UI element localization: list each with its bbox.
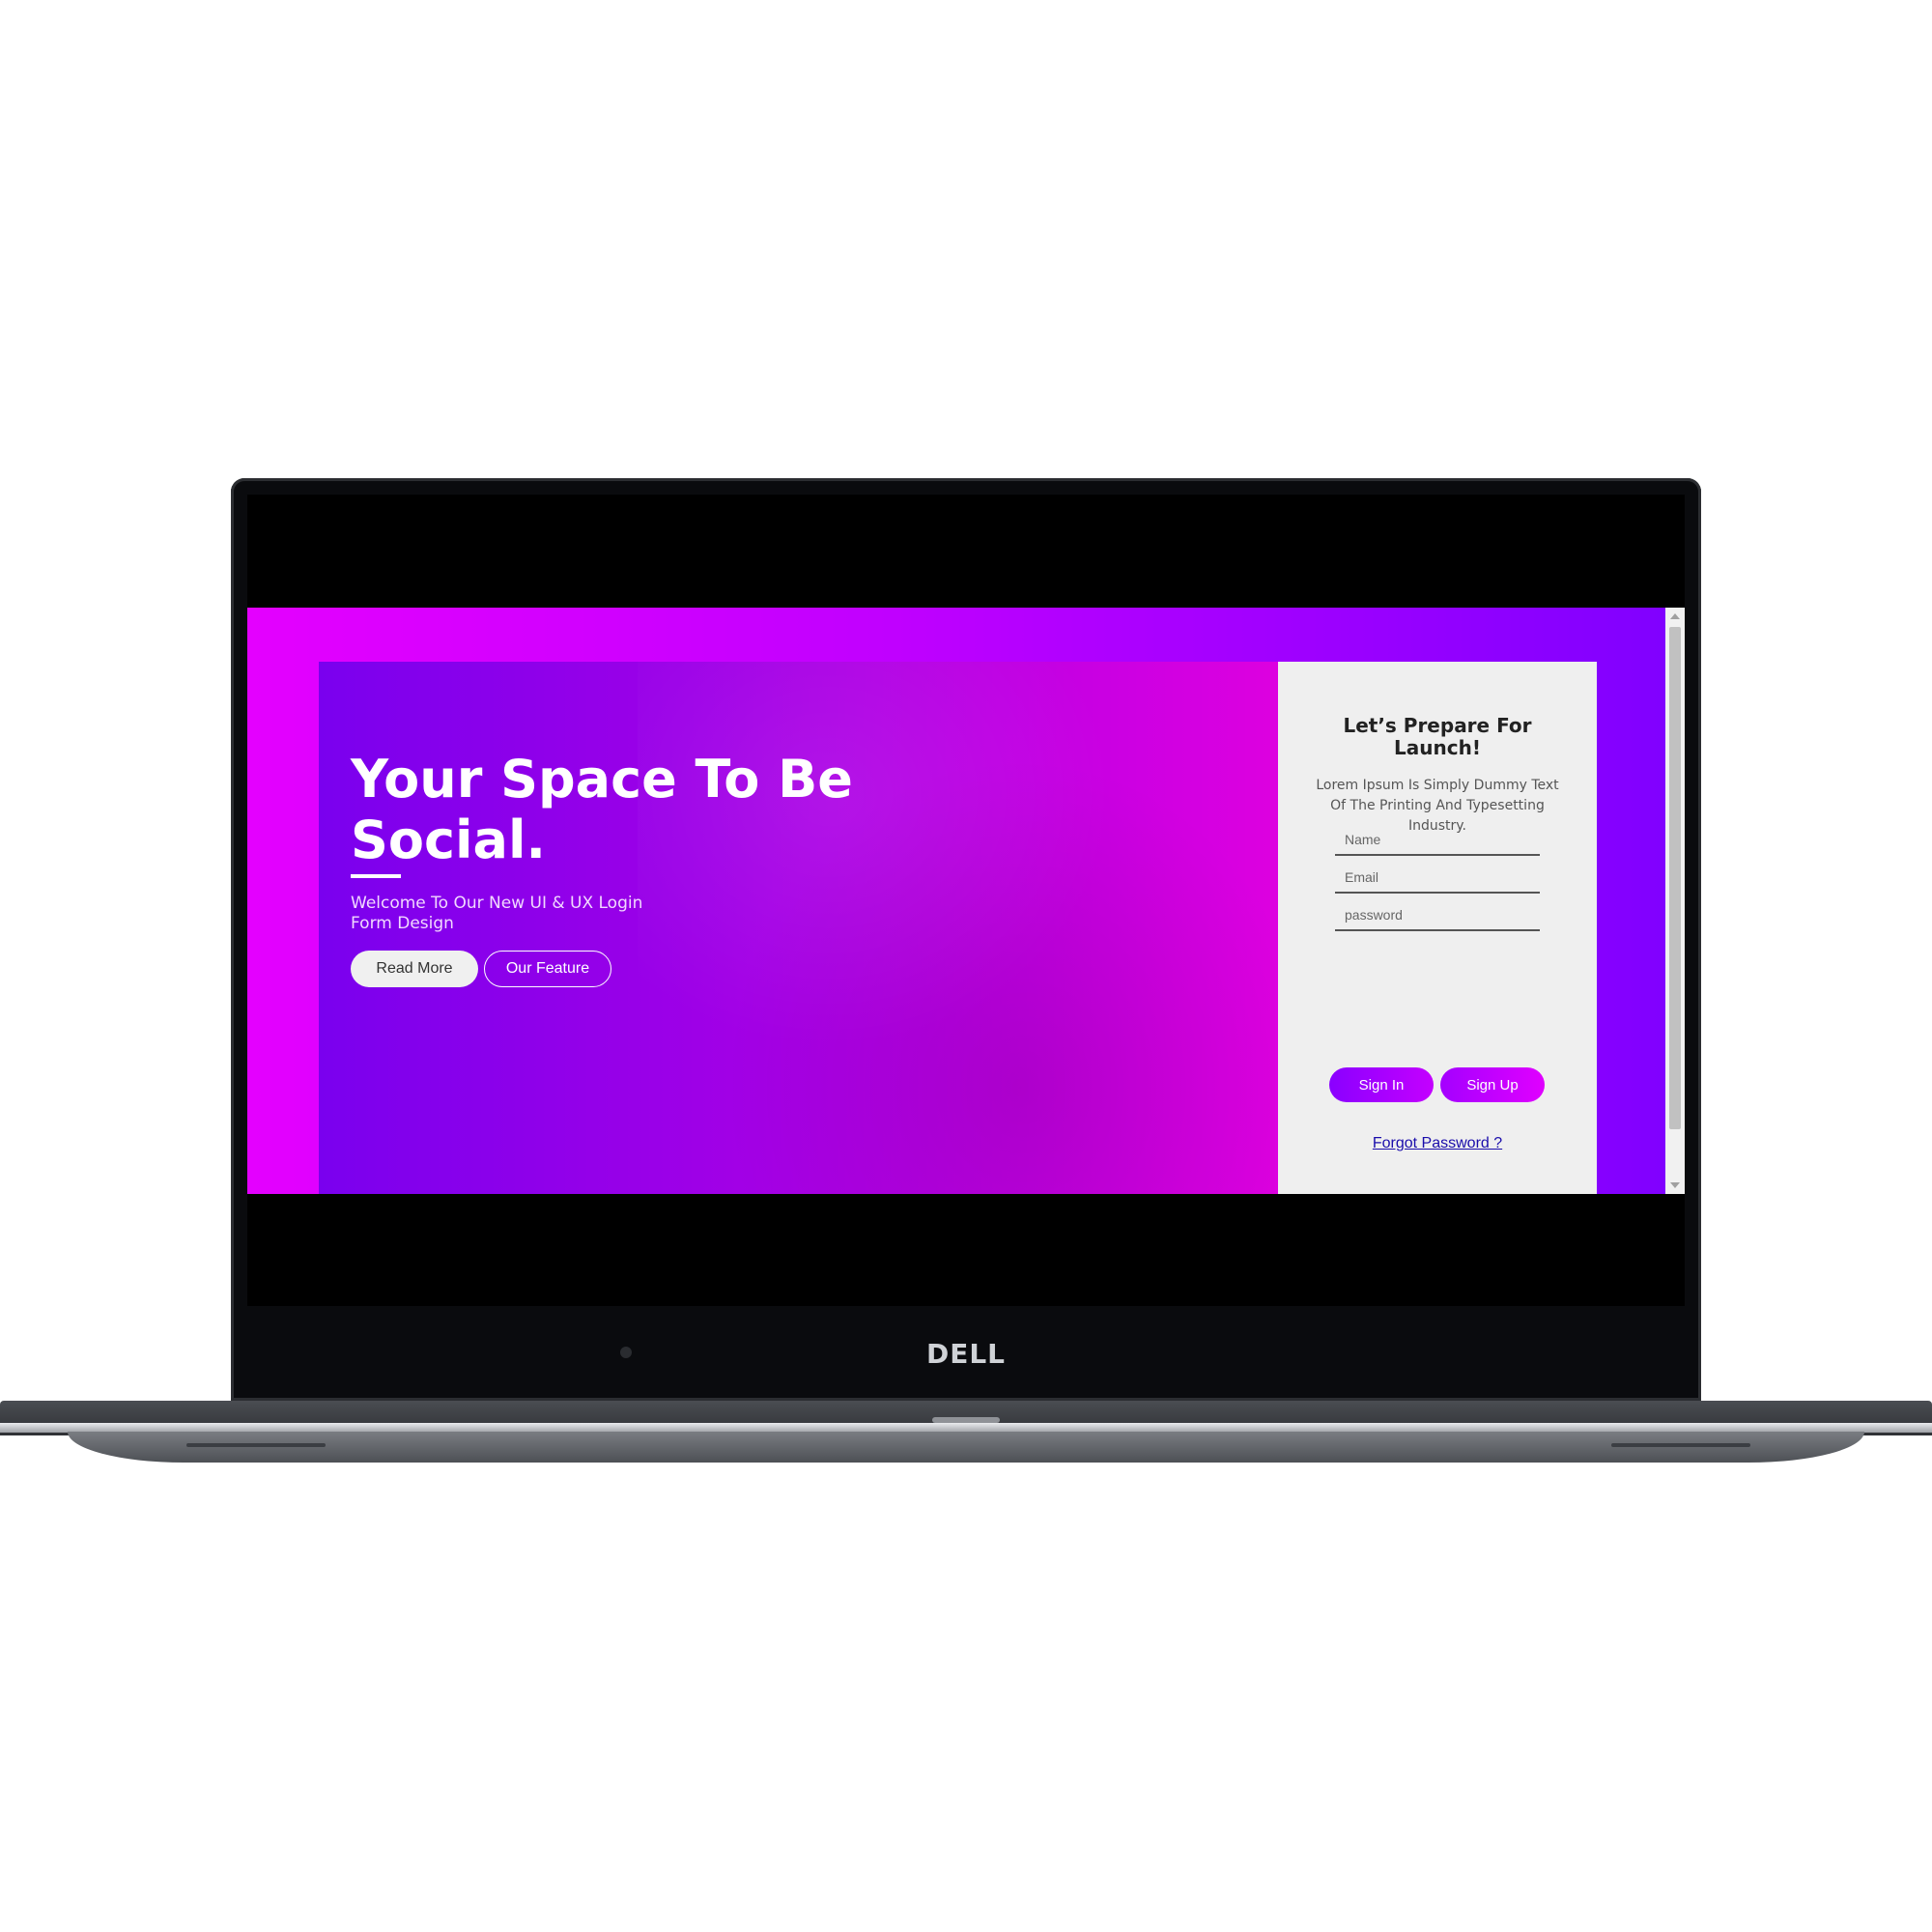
hero-section: Your Space To Be Social. Welcome To Our … (319, 662, 1278, 1194)
right-speaker-vent (1611, 1443, 1750, 1447)
left-speaker-vent (186, 1443, 326, 1447)
laptop-lid-notch (932, 1417, 1000, 1423)
login-page: Your Space To Be Social. Welcome To Our … (247, 608, 1685, 1194)
password-field[interactable] (1335, 900, 1540, 931)
sign-up-button[interactable]: Sign Up (1440, 1067, 1545, 1102)
name-field[interactable] (1335, 825, 1540, 856)
sign-in-button[interactable]: Sign In (1329, 1067, 1434, 1102)
scroll-down-icon[interactable] (1670, 1182, 1680, 1188)
our-feature-button[interactable]: Our Feature (484, 951, 611, 987)
scroll-thumb[interactable] (1669, 627, 1681, 1129)
login-panel: Let’s Prepare For Launch! Lorem Ipsum Is… (1278, 662, 1597, 1194)
hero-background-photo (638, 662, 1275, 1194)
hero-divider (351, 874, 401, 878)
page-scrollbar[interactable] (1665, 608, 1685, 1194)
scroll-up-icon[interactable] (1670, 613, 1680, 619)
laptop-base-bottom (68, 1432, 1864, 1463)
hero-title: Your Space To Be Social. (351, 749, 853, 870)
read-more-button[interactable]: Read More (351, 951, 478, 987)
panel-title: Let’s Prepare For Launch! (1343, 714, 1532, 759)
forgot-password-link[interactable]: Forgot Password ? (1336, 1135, 1539, 1152)
email-field[interactable] (1335, 863, 1540, 894)
webcam-icon (620, 1347, 632, 1358)
hero-subtitle: Welcome To Our New UI & UX Login Form De… (351, 894, 643, 933)
dell-logo: DELL (925, 1337, 1007, 1370)
